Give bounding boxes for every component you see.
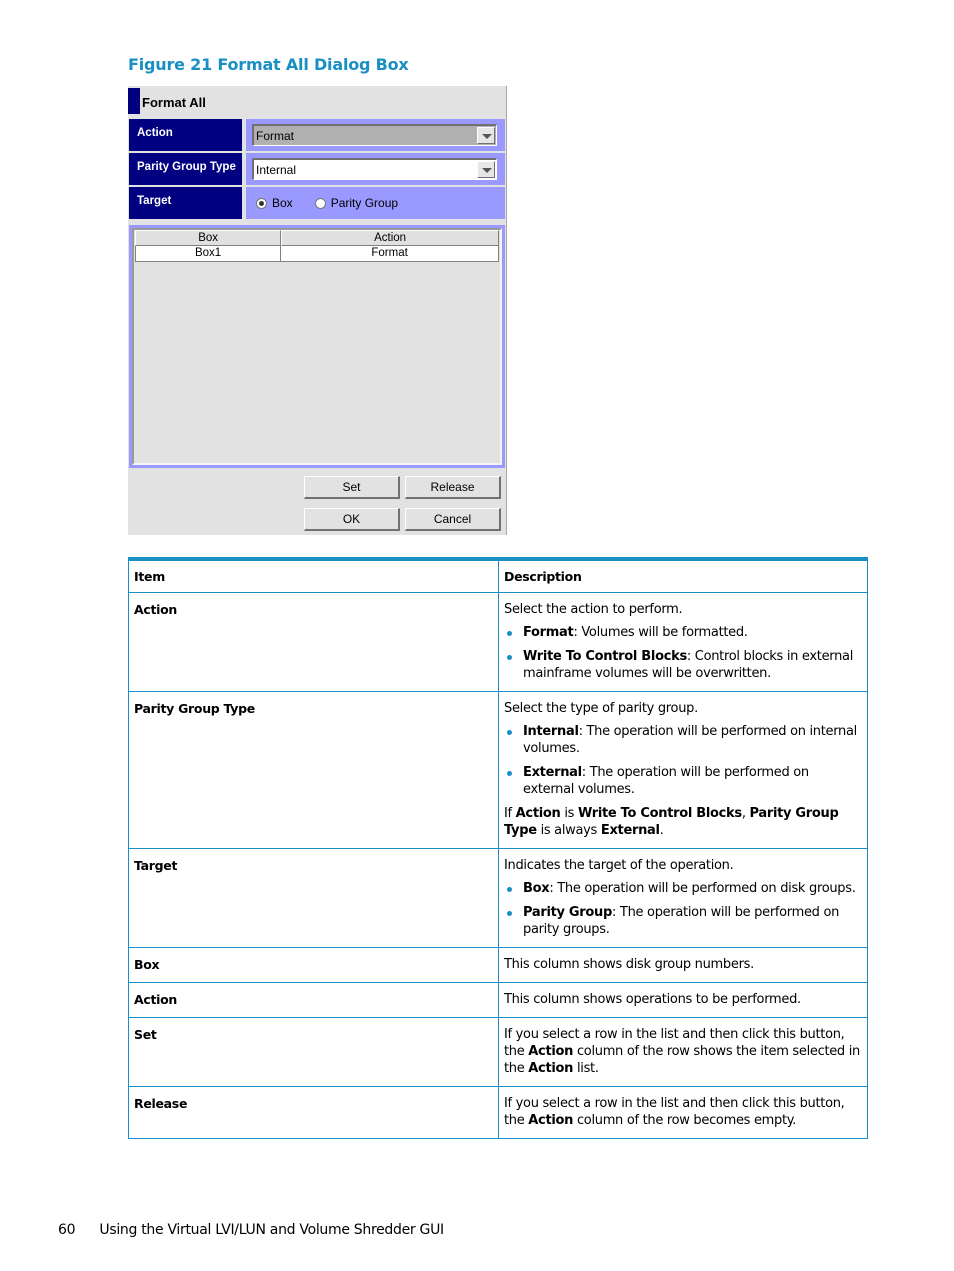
term: Action: [528, 1113, 574, 1128]
item-cell: Box: [128, 947, 499, 983]
description-intro: Select the type of parity group.: [504, 701, 698, 716]
table-header-row: Item Description: [128, 558, 868, 593]
description-cell: This column shows disk group numbers.: [498, 947, 868, 983]
dialog-title: Format All: [142, 95, 206, 110]
description-text: This column shows operations to be perfo…: [504, 992, 801, 1007]
list-item: Internal: The operation will be performe…: [504, 723, 862, 757]
ok-button[interactable]: OK: [304, 508, 400, 531]
table-row: Release If you select a row in the list …: [128, 1086, 868, 1139]
page-footer: 60 Using the Virtual LVI/LUN and Volume …: [58, 1222, 444, 1238]
parity-group-type-dropdown[interactable]: Internal: [252, 158, 497, 180]
item-cell: Action: [128, 592, 499, 692]
table-row: Target Indicates the target of the opera…: [128, 848, 868, 948]
description-cell: Select the type of parity group. Interna…: [498, 691, 868, 849]
bullet-list: Box: The operation will be performed on …: [504, 880, 862, 938]
set-button[interactable]: Set: [304, 476, 400, 499]
text: is: [560, 806, 578, 821]
item-description-table: Item Description Action Select the actio…: [128, 557, 868, 1139]
column-header-box[interactable]: Box: [135, 230, 282, 246]
radio-unchecked-icon[interactable]: [314, 197, 326, 209]
page-number: 60: [58, 1222, 76, 1238]
term: Format: [523, 625, 574, 640]
term: Write To Control Blocks: [577, 806, 742, 821]
table-row: Box This column shows disk group numbers…: [128, 947, 868, 983]
description-cell: This column shows operations to be perfo…: [498, 982, 868, 1018]
bullet-list: Internal: The operation will be performe…: [504, 723, 862, 798]
target-radio-group: Box Parity Group: [256, 196, 420, 210]
section-title: Using the Virtual LVI/LUN and Volume Shr…: [99, 1222, 444, 1238]
release-button[interactable]: Release: [405, 476, 501, 499]
title-accent-bar: [128, 88, 140, 114]
target-radio-parity-group[interactable]: Parity Group: [314, 196, 399, 210]
chevron-down-icon[interactable]: [477, 127, 495, 144]
term: Parity Group: [523, 905, 613, 920]
target-label: Target: [129, 187, 242, 219]
action-field-area: Format: [246, 119, 505, 151]
description-note: If Action is Write To Control Blocks, Pa…: [504, 805, 862, 839]
list-item: Format: Volumes will be formatted.: [504, 624, 862, 641]
figure-caption: Figure 21 Format All Dialog Box: [128, 55, 409, 74]
bullet-list: Format: Volumes will be formatted. Write…: [504, 624, 862, 682]
action-dropdown-value: Format: [256, 129, 295, 143]
chevron-down-icon[interactable]: [477, 161, 495, 178]
text: .: [659, 823, 664, 838]
term: Box: [523, 881, 550, 896]
radio-label: Parity Group: [330, 196, 399, 210]
cancel-button[interactable]: Cancel: [405, 508, 501, 531]
parity-group-type-field-area: Internal: [246, 153, 505, 185]
text: list.: [573, 1061, 599, 1076]
table-row: Action Select the action to perform. For…: [128, 592, 868, 692]
action-dropdown[interactable]: Format: [252, 124, 497, 146]
term: Action: [528, 1044, 574, 1059]
description-intro: Select the action to perform.: [504, 602, 683, 617]
box-list-panel: Box Action Box1 Format: [129, 225, 505, 468]
action-label: Action: [129, 119, 242, 151]
description-cell: Select the action to perform. Format: Vo…: [498, 592, 868, 692]
text: column of the row becomes empty.: [573, 1113, 797, 1128]
term-text: : Volumes will be formatted.: [573, 625, 748, 640]
list-row[interactable]: Box1 Format: [135, 246, 499, 262]
list-header: Box Action: [135, 230, 499, 246]
description-text: This column shows disk group numbers.: [504, 957, 754, 972]
term: Write To Control Blocks: [523, 649, 687, 664]
term: Action: [528, 1061, 574, 1076]
description-cell: If you select a row in the list and then…: [498, 1086, 868, 1139]
description-cell: Indicates the target of the operation. B…: [498, 848, 868, 948]
radio-label: Box: [272, 196, 293, 210]
term: External: [523, 765, 582, 780]
column-header-item: Item: [128, 558, 499, 593]
text: ,: [741, 806, 750, 821]
list-item: Write To Control Blocks: Control blocks …: [504, 648, 862, 682]
cell-box: Box1: [135, 246, 282, 262]
cell-action: Format: [281, 246, 499, 262]
target-radio-box[interactable]: Box: [256, 196, 293, 210]
item-cell: Set: [128, 1017, 499, 1087]
term: Internal: [523, 724, 579, 739]
column-header-action[interactable]: Action: [281, 230, 499, 246]
table-row: Action This column shows operations to b…: [128, 982, 868, 1018]
term: Action: [515, 806, 561, 821]
description-intro: Indicates the target of the operation.: [504, 858, 734, 873]
term: External: [600, 823, 660, 838]
box-list[interactable]: Box Action Box1 Format: [132, 228, 502, 465]
table-row: Parity Group Type Select the type of par…: [128, 691, 868, 849]
text: is always: [536, 823, 601, 838]
item-cell: Parity Group Type: [128, 691, 499, 849]
text: If: [504, 806, 516, 821]
target-field-area: Box Parity Group: [246, 187, 505, 219]
list-item: Parity Group: The operation will be perf…: [504, 904, 862, 938]
radio-checked-icon[interactable]: [256, 197, 267, 209]
item-cell: Action: [128, 982, 499, 1018]
list-item: External: The operation will be performe…: [504, 764, 862, 798]
table-row: Set If you select a row in the list and …: [128, 1017, 868, 1087]
item-cell: Release: [128, 1086, 499, 1139]
parity-group-type-label: Parity Group Type: [129, 153, 242, 185]
parity-group-type-value: Internal: [256, 163, 297, 177]
item-cell: Target: [128, 848, 499, 948]
format-all-dialog: Format All Action Format Parity Group Ty…: [128, 86, 507, 535]
list-item: Box: The operation will be performed on …: [504, 880, 862, 897]
description-cell: If you select a row in the list and then…: [498, 1017, 868, 1087]
term-text: : The operation will be performed on dis…: [549, 881, 856, 896]
column-header-description: Description: [498, 558, 868, 593]
